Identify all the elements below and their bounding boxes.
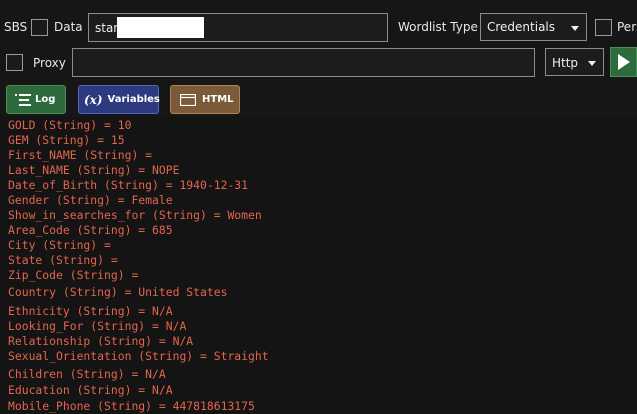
data-checkbox[interactable] — [31, 19, 48, 36]
log-line: Children (String) = N/A — [8, 367, 166, 381]
log-line: Education (String) = N/A — [8, 383, 173, 397]
log-line: Sexual_Orientation (String) = Straight — [8, 349, 269, 363]
log-line: Mobile_Phone (String) = 447818613175 — [8, 399, 255, 413]
proxy-input[interactable] — [72, 48, 535, 77]
log-line: GEM (String) = 15 — [8, 133, 125, 147]
log-panel[interactable]: GOLD (String) = 10 GEM (String) = 15 Fir… — [0, 117, 637, 414]
log-line: Show_in_searches_for (String) = Women — [8, 208, 262, 222]
redaction-box — [117, 17, 204, 38]
log-line: Zip_Code (String) = — [8, 268, 139, 282]
log-line: Date_of_Birth (String) = 1940-12-31 — [8, 178, 249, 192]
log-line: State (String) = — [8, 253, 118, 267]
log-line: City (String) = — [8, 238, 111, 252]
proxy-type-select[interactable]: Http — [545, 48, 604, 76]
proxy-label: Proxy — [33, 56, 66, 70]
data-input-text: star — [95, 21, 119, 35]
log-line: Last_NAME (String) = NOPE — [8, 163, 180, 177]
sbs-label: SBS — [4, 20, 28, 34]
tab-variables-label: Variables — [107, 94, 160, 105]
tab-html-label: HTML — [202, 94, 234, 105]
wordlist-type-value: Credentials — [487, 20, 556, 34]
browser-window-icon — [180, 93, 196, 106]
pers-checkbox[interactable] — [595, 19, 612, 36]
wordlist-type-label: Wordlist Type — [398, 20, 478, 34]
tab-log-label: Log — [35, 94, 56, 105]
tab-variables[interactable]: (x) Variables — [78, 85, 160, 114]
proxy-checkbox[interactable] — [6, 54, 23, 71]
data-input[interactable]: star — [88, 13, 388, 42]
pers-label: Pers — [617, 20, 637, 34]
tab-html[interactable]: HTML — [170, 85, 240, 114]
data-label: Data — [54, 20, 83, 34]
log-line: Looking_For (String) = N/A — [8, 319, 187, 333]
play-icon — [618, 54, 630, 70]
chevron-down-icon — [588, 61, 596, 66]
log-line: Gender (String) = Female — [8, 193, 173, 207]
list-icon — [15, 93, 31, 106]
log-line: First_NAME (String) = — [8, 148, 153, 162]
log-line: Country (String) = United States — [8, 285, 228, 299]
tab-log[interactable]: Log — [6, 85, 66, 114]
log-line: Relationship (String) = N/A — [8, 334, 194, 348]
function-icon: (x) — [84, 92, 103, 107]
log-line: Ethnicity (String) = N/A — [8, 304, 173, 318]
log-line: GOLD (String) = 10 — [8, 118, 132, 132]
log-line: Area_Code (String) = 685 — [8, 223, 173, 237]
proxy-type-value: Http — [552, 56, 579, 70]
chevron-down-icon — [571, 26, 579, 31]
start-button[interactable] — [610, 47, 637, 77]
wordlist-type-select[interactable]: Credentials — [480, 13, 587, 41]
